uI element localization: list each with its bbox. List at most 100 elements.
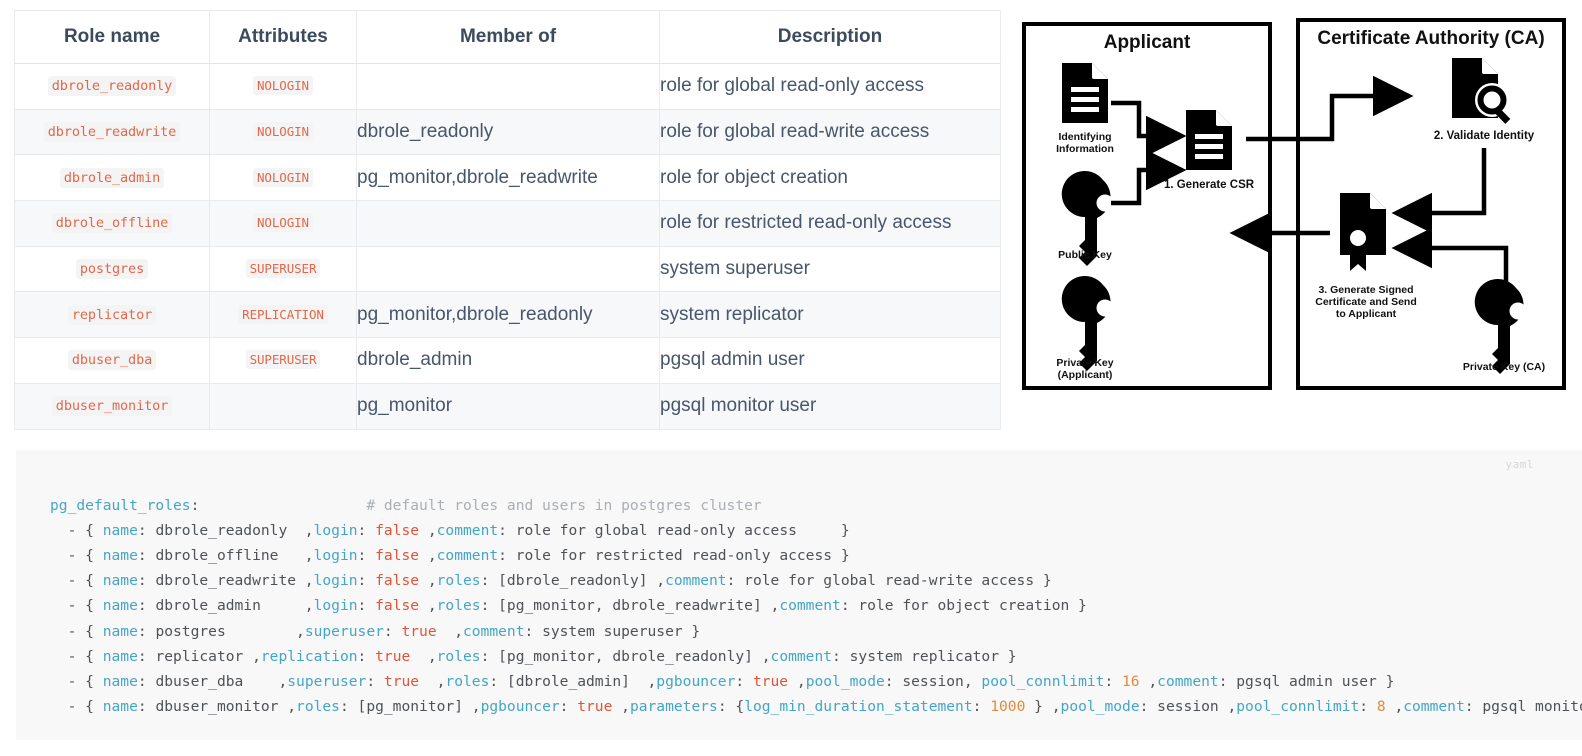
code-token-pln: , bbox=[1139, 673, 1158, 691]
identifying-information-label: Identifying bbox=[1058, 131, 1111, 143]
cell-role-name: dbrole_offline bbox=[14, 200, 210, 247]
cell-role-name: dbrole_readwrite bbox=[14, 108, 210, 156]
roles-table: Role name Attributes Member of Descripti… bbox=[14, 10, 1001, 430]
cell-description: pgsql monitor user bbox=[659, 382, 1001, 430]
code-token-key: name bbox=[102, 673, 138, 691]
validate-identity-icon bbox=[1452, 58, 1511, 124]
code-line: - { name: dbrole_readonly ,login: false … bbox=[50, 518, 1582, 543]
code-token-key: superuser bbox=[304, 622, 384, 640]
cell-member-of: pg_monitor,dbrole_readonly bbox=[356, 291, 660, 339]
code-token-pln: : bbox=[1359, 698, 1377, 716]
page-root: Role name Attributes Member of Descripti… bbox=[0, 0, 1582, 756]
code-token-key: name bbox=[102, 547, 138, 564]
cell-description: role for global read-write access bbox=[659, 108, 1001, 156]
code-token-num: 8 bbox=[1376, 698, 1386, 716]
code-token-pln: - { bbox=[50, 698, 103, 716]
attribute-code: NOLOGIN bbox=[253, 167, 313, 187]
code-token-key: parameters bbox=[629, 698, 718, 716]
code-line: - { name: dbuser_dba ,superuser: true ,r… bbox=[50, 669, 1582, 694]
code-token-num: 1000 bbox=[990, 698, 1026, 716]
code-token-pln: - { bbox=[50, 622, 103, 640]
description-text: role for object creation bbox=[660, 166, 848, 188]
attribute-code: NOLOGIN bbox=[253, 76, 313, 96]
code-token-key: roles bbox=[436, 597, 481, 615]
roles-table-body: dbrole_readonly NOLOGIN role for global re… bbox=[14, 63, 1001, 430]
description-text: role for global read-write access bbox=[660, 121, 930, 143]
code-token-pln: : bbox=[972, 698, 991, 716]
code-token-pln: , bbox=[436, 622, 463, 640]
table-row: dbrole_readwrite NOLOGIN dbrole_readonly ro… bbox=[14, 108, 1001, 156]
member-of-text: pg_monitor,dbrole_readwrite bbox=[357, 166, 598, 188]
code-token-pln: - { bbox=[50, 572, 103, 590]
code-token-key: comment bbox=[436, 521, 499, 539]
cell-role-name: replicator bbox=[14, 291, 210, 339]
role-name-code: replicator bbox=[67, 304, 157, 325]
code-token-pln: : role for object creation } bbox=[840, 597, 1087, 615]
table-row: postgres SUPERUSER system superuser bbox=[14, 245, 1001, 293]
code-token-key: comment bbox=[1157, 673, 1219, 691]
table-row: dbuser_monitor pg_monitor pgsql monitor us… bbox=[14, 382, 1001, 430]
member-of-text: dbrole_admin bbox=[357, 349, 473, 371]
svg-text:to Applicant: to Applicant bbox=[1336, 308, 1397, 320]
code-token-bool: false bbox=[375, 521, 420, 539]
code-token-pln: : role for global read-only access } bbox=[498, 521, 850, 539]
code-token-pln: : bbox=[357, 597, 376, 615]
code-token-key: name bbox=[102, 698, 138, 716]
private-key-applicant-label: Private Key bbox=[1056, 357, 1113, 369]
code-line: - { name: replicator ,replication: true … bbox=[50, 644, 1582, 669]
code-token-pln: , bbox=[419, 521, 437, 539]
svg-text:(Applicant): (Applicant) bbox=[1058, 369, 1113, 381]
cell-attributes: NOLOGIN bbox=[209, 108, 357, 156]
cell-description: role for global read-only access bbox=[659, 63, 1001, 110]
code-token-pln: - { bbox=[50, 597, 103, 615]
description-text: role for restricted read-only access bbox=[660, 212, 952, 234]
code-token-key: name bbox=[102, 521, 138, 539]
table-header-row: Role name Attributes Member of Descripti… bbox=[14, 10, 1001, 64]
role-name-code: postgres bbox=[75, 259, 149, 280]
member-of-text: pg_monitor bbox=[357, 395, 453, 417]
code-token-key: comment bbox=[436, 547, 499, 564]
code-token-key: replication bbox=[260, 647, 358, 665]
table-row: dbrole_readonly NOLOGIN role for global re… bbox=[14, 63, 1001, 110]
code-token-bool: true bbox=[401, 622, 437, 640]
ca-panel-title: Certificate Authority (CA) bbox=[1317, 28, 1544, 49]
code-token-pln: : session, bbox=[884, 673, 982, 691]
cell-member-of bbox=[356, 245, 660, 293]
attribute-code: NOLOGIN bbox=[253, 213, 313, 233]
description-text: system replicator bbox=[660, 303, 804, 325]
code-token-key: roles bbox=[296, 698, 340, 716]
code-token-pln: : system superuser } bbox=[524, 622, 701, 640]
cell-description: system replicator bbox=[659, 291, 1001, 339]
cell-attributes: SUPERUSER bbox=[209, 337, 357, 384]
code-token-pln: : system replicator } bbox=[832, 647, 1017, 665]
code-token-key: pool_mode bbox=[1060, 698, 1140, 716]
code-token-key: pgbouncer bbox=[656, 673, 736, 691]
member-of-text: dbrole_readonly bbox=[357, 121, 494, 143]
code-line: - { name: dbrole_offline ,login: false ,… bbox=[50, 543, 1582, 568]
top-section: Role name Attributes Member of Descripti… bbox=[0, 0, 1582, 432]
code-token-pln: : bbox=[357, 521, 376, 539]
private-key-ca-label: Private Key (CA) bbox=[1463, 361, 1545, 373]
code-token-pln: : dbrole_readwrite , bbox=[137, 572, 314, 590]
code-token-pln: : bbox=[735, 673, 753, 691]
private-key-ca-icon bbox=[1474, 279, 1527, 374]
column-header-member-of: Member of bbox=[356, 10, 660, 64]
table-row: dbuser_dba SUPERUSER dbrole_admin pgsql adm… bbox=[14, 337, 1001, 384]
public-key-label: Public Key bbox=[1058, 249, 1112, 261]
certificate-authority-diagram: Applicant Identifying Information Public… bbox=[1014, 8, 1574, 408]
code-token-key: pool_connlimit bbox=[981, 673, 1105, 691]
code-language-label: yaml bbox=[1505, 458, 1534, 471]
code-token-pln: : bbox=[357, 647, 376, 665]
code-token-bool: false bbox=[375, 597, 420, 615]
code-token-bool: true bbox=[383, 673, 420, 691]
code-token-cmt: # default roles and users in postgres cl… bbox=[366, 496, 762, 514]
attribute-code: REPLICATION bbox=[238, 304, 328, 324]
code-token-key: login bbox=[313, 521, 358, 539]
code-line: - { name: postgres ,superuser: true ,com… bbox=[50, 619, 1582, 644]
code-token-pln: : [pg_monitor] , bbox=[339, 698, 481, 716]
code-token-pln: - { bbox=[50, 647, 103, 665]
code-line: - { name: dbuser_monitor ,roles: [pg_mon… bbox=[50, 694, 1582, 719]
role-name-code: dbrole_offline bbox=[51, 213, 173, 234]
code-token-pln: : bbox=[1104, 673, 1123, 691]
code-token-pln: : dbrole_admin , bbox=[137, 597, 314, 615]
